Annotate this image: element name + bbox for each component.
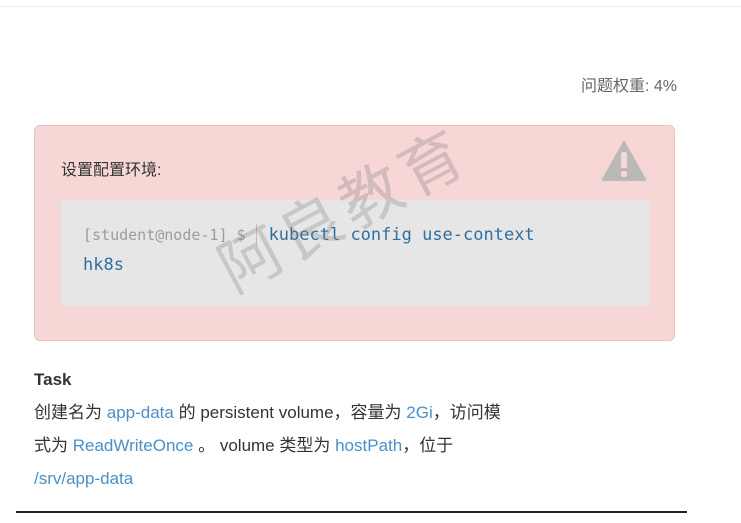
pv-name: app-data [106,403,174,422]
pv-access-mode: ReadWriteOnce [72,436,194,455]
bottom-divider [16,511,687,513]
task-page: 问题权重: 4% 设置配置环境: [student@node-1] $ kubec… [0,0,741,523]
task-heading: Task [34,370,72,389]
pv-volume-type: hostPath [335,436,403,455]
task-text: 的 persistent volume，容量为 [178,403,402,422]
pv-path: /srv/app-data [34,469,134,488]
environment-alert: 设置配置环境: [student@node-1] $ kubectl config… [34,125,675,341]
task-text: ，访问模 [432,403,501,422]
alert-title: 设置配置环境: [61,162,162,179]
warning-triangle-icon [601,140,647,181]
pv-capacity: 2Gi [406,403,433,422]
question-weight: 问题权重: 4% [580,78,677,95]
top-divider [0,6,741,7]
shell-prompt: [student@node-1] $ [83,226,246,244]
prompt-separator [255,224,257,246]
task-description: 创建名为 app-data 的 persistent volume，容量为 2G… [34,396,684,495]
task-text: 。 volume 类型为 [198,436,331,455]
task-text: 式为 [34,436,68,455]
command-text: kubectl config use-context [268,225,535,245]
command-block[interactable]: [student@node-1] $ kubectl config use-con… [61,200,650,306]
task-text: 创建名为 [34,403,102,422]
command-text-continued: hk8s [83,255,124,275]
task-text: ，位于 [402,436,454,455]
